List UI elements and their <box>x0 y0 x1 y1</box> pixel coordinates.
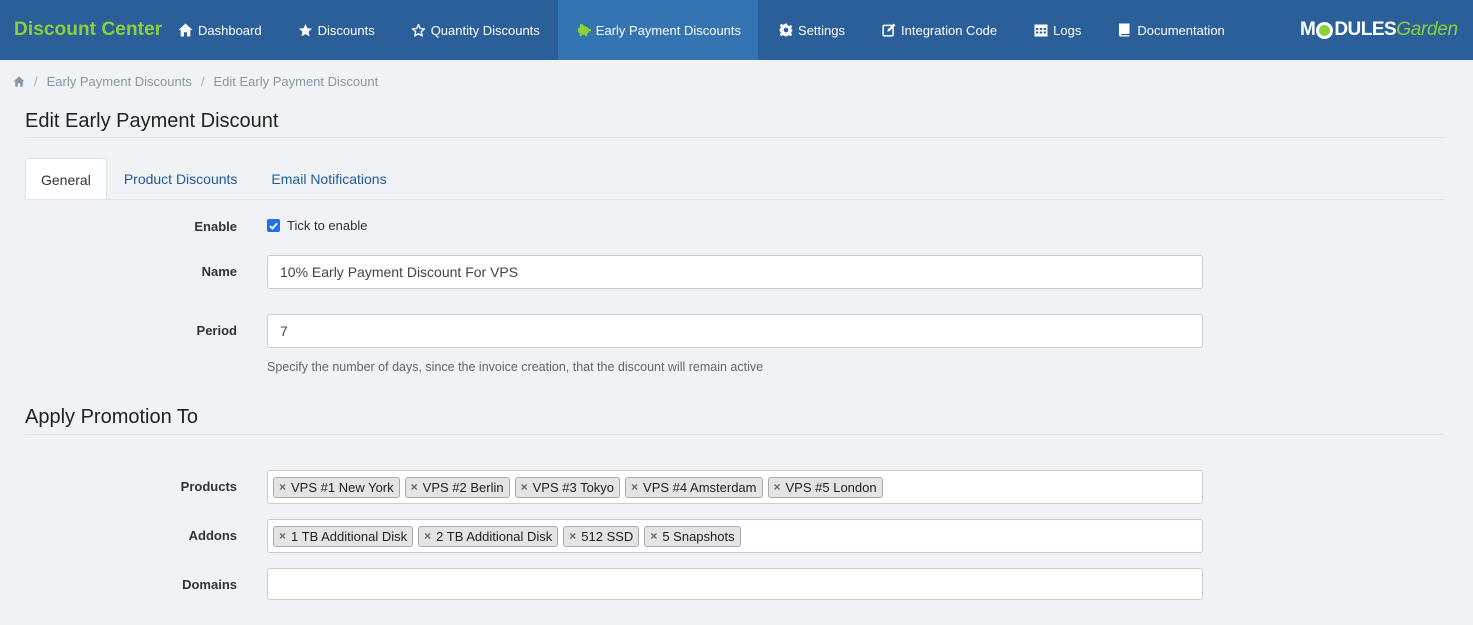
product-tag: × VPS #2 Berlin <box>404 476 510 498</box>
nav-item-integration-code[interactable]: Integration Code <box>863 0 1015 60</box>
addon-tag: × 512 SSD <box>563 525 640 547</box>
nav-item-label: Documentation <box>1137 22 1225 38</box>
home-icon <box>178 23 193 38</box>
remove-tag-icon[interactable]: × <box>631 480 638 494</box>
enable-checkbox-text[interactable]: Tick to enable <box>287 218 367 233</box>
remove-tag-icon[interactable]: × <box>279 529 286 543</box>
brand-title[interactable]: Discount Center <box>0 19 166 41</box>
name-input[interactable]: 10% Early Payment Discount For VPS <box>267 255 1203 289</box>
tab-email-notifications[interactable]: Email Notifications <box>254 158 403 200</box>
tab-product-discounts[interactable]: Product Discounts <box>107 158 255 200</box>
period-help-text: Specify the number of days, since the in… <box>267 360 764 374</box>
star-outline-icon <box>411 23 426 38</box>
nav-item-dashboard[interactable]: Dashboard <box>166 0 280 60</box>
enable-checkbox[interactable] <box>267 219 280 232</box>
page-title: Edit Early Payment Discount <box>25 110 279 132</box>
remove-tag-icon[interactable]: × <box>521 480 528 494</box>
book-icon <box>1117 23 1132 38</box>
nav-item-documentation[interactable]: Documentation <box>1099 0 1242 60</box>
nav-item-label: Settings <box>798 22 846 38</box>
products-select[interactable]: × VPS #1 New York × VPS #2 Berlin × VPS #3 … <box>267 470 1203 504</box>
nav-item-logs[interactable]: Logs <box>1015 0 1099 60</box>
tab-general[interactable]: General <box>25 158 107 200</box>
product-tag: × VPS #5 London <box>767 476 883 498</box>
name-label: Name <box>201 264 237 279</box>
period-input[interactable]: 7 <box>267 314 1203 348</box>
home-icon[interactable] <box>13 76 25 87</box>
star-icon <box>298 23 313 38</box>
logo-globe-icon <box>1316 21 1334 39</box>
remove-tag-icon[interactable]: × <box>569 529 576 543</box>
nav-item-early-payment-discounts[interactable]: Early Payment Discounts <box>557 0 759 60</box>
addons-label: Addons <box>188 528 237 543</box>
calendar-icon <box>1033 23 1048 38</box>
remove-tag-icon[interactable]: × <box>424 529 431 543</box>
nav-item-settings[interactable]: Settings <box>758 0 863 60</box>
tab-bar: General Product Discounts Email Notifica… <box>25 158 404 200</box>
title-divider <box>25 137 1445 138</box>
nav-item-label: Quantity Discounts <box>430 22 540 38</box>
section-divider <box>25 434 1445 435</box>
nav-item-label: Discounts <box>317 22 375 38</box>
enable-checkbox-wrapper: Tick to enable <box>267 218 367 233</box>
addon-tag: × 2 TB Additional Disk <box>418 525 559 547</box>
breadcrumb-separator: / <box>200 74 205 89</box>
remove-tag-icon[interactable]: × <box>650 529 657 543</box>
gear-icon <box>778 23 793 38</box>
addons-select[interactable]: × 1 TB Additional Disk × 2 TB Additional D… <box>267 519 1203 553</box>
period-label: Period <box>196 323 237 338</box>
nav-item-quantity-discounts[interactable]: Quantity Discounts <box>393 0 558 60</box>
edit-icon <box>881 23 896 38</box>
piggy-bank-icon <box>576 23 591 38</box>
nav-item-label: Integration Code <box>901 22 998 38</box>
top-navbar: Discount Center Dashboard Discounts Quan… <box>0 0 1473 60</box>
section-title-apply-promotion: Apply Promotion To <box>25 406 199 428</box>
modulesgarden-logo: M DULES Garden <box>1300 19 1458 40</box>
domains-label: Domains <box>182 577 237 592</box>
nav-item-discounts[interactable]: Discounts <box>280 0 393 60</box>
nav-item-label: Dashboard <box>198 22 262 38</box>
products-label: Products <box>180 479 237 494</box>
enable-label: Enable <box>194 219 237 234</box>
domains-select[interactable] <box>267 568 1203 600</box>
remove-tag-icon[interactable]: × <box>411 480 418 494</box>
product-tag: × VPS #3 Tokyo <box>514 476 621 498</box>
breadcrumb: / Early Payment Discounts / Edit Early P… <box>13 74 378 89</box>
breadcrumb-separator: / <box>34 74 38 89</box>
tab-divider <box>25 199 1445 200</box>
nav-item-label: Early Payment Discounts <box>595 22 742 38</box>
addon-tag: × 5 Snapshots <box>644 525 741 547</box>
product-tag: × VPS #4 Amsterdam <box>625 476 763 498</box>
nav-item-label: Logs <box>1053 22 1082 38</box>
remove-tag-icon[interactable]: × <box>279 480 286 494</box>
breadcrumb-item-early-payment-discounts[interactable]: Early Payment Discounts <box>47 74 192 89</box>
addon-tag: × 1 TB Additional Disk <box>273 525 414 547</box>
remove-tag-icon[interactable]: × <box>774 480 781 494</box>
product-tag: × VPS #1 New York <box>273 476 400 498</box>
breadcrumb-item-current: Edit Early Payment Discount <box>213 74 379 89</box>
